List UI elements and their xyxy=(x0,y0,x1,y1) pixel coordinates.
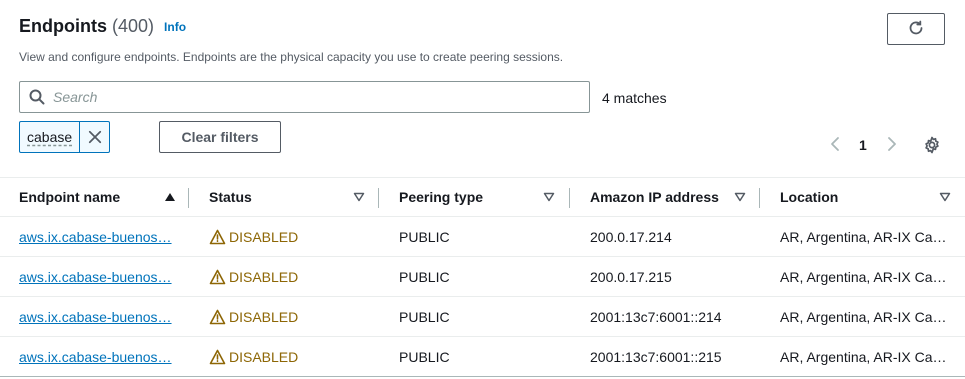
endpoints-table: Endpoint name Status Peering type Amazon… xyxy=(0,177,965,377)
search-icon xyxy=(29,89,45,105)
column-header-location[interactable]: Location xyxy=(780,178,838,216)
table-header: Endpoint name Status Peering type Amazon… xyxy=(0,177,965,217)
sort-icon[interactable] xyxy=(939,192,951,202)
sort-icon[interactable] xyxy=(734,192,746,202)
status-text: DISABLED xyxy=(229,348,299,365)
previous-page-button[interactable] xyxy=(829,135,841,153)
sort-ascending-icon[interactable] xyxy=(164,192,176,202)
location-cell: AR, Argentina, AR-IX Ca… xyxy=(780,268,947,285)
column-header-status[interactable]: Status xyxy=(209,178,252,216)
warning-icon xyxy=(209,269,226,284)
location-cell: AR, Argentina, AR-IX Ca… xyxy=(780,348,947,365)
column-divider[interactable] xyxy=(188,188,189,208)
warning-icon xyxy=(209,349,226,364)
column-header-endpoint-name[interactable]: Endpoint name xyxy=(19,178,120,216)
warning-icon xyxy=(209,229,226,244)
next-page-button[interactable] xyxy=(886,135,898,153)
ip-address-cell: 200.0.17.214 xyxy=(590,228,672,245)
status-cell: DISABLED xyxy=(209,337,298,376)
chevron-right-icon xyxy=(888,137,896,151)
ip-address-cell: 2001:13c7:6001::214 xyxy=(590,308,722,325)
warning-icon xyxy=(209,309,226,324)
sort-icon[interactable] xyxy=(543,192,555,202)
column-divider[interactable] xyxy=(378,188,379,208)
endpoint-name-link[interactable]: aws.ix.cabase-buenos… xyxy=(19,337,174,376)
table-row: aws.ix.cabase-buenos… DISABLED PUBLIC 20… xyxy=(0,257,965,297)
status-text: DISABLED xyxy=(229,228,299,245)
status-text: DISABLED xyxy=(229,268,299,285)
column-divider[interactable] xyxy=(569,188,570,208)
table-row: aws.ix.cabase-buenos… DISABLED PUBLIC 20… xyxy=(0,297,965,337)
peering-type-cell: PUBLIC xyxy=(399,308,450,325)
status-text: DISABLED xyxy=(229,308,299,325)
current-page-number[interactable]: 1 xyxy=(859,137,867,153)
status-cell: DISABLED xyxy=(209,217,298,256)
search-input[interactable] xyxy=(53,89,573,105)
peering-type-cell: PUBLIC xyxy=(399,268,450,285)
match-count: 4 matches xyxy=(602,90,667,106)
refresh-icon xyxy=(908,20,924,39)
peering-type-cell: PUBLIC xyxy=(399,228,450,245)
column-header-amazon-ip-address[interactable]: Amazon IP address xyxy=(590,178,719,216)
filter-token: cabase xyxy=(19,121,111,153)
close-icon xyxy=(88,130,101,144)
ip-address-cell: 200.0.17.215 xyxy=(590,268,672,285)
table-row: aws.ix.cabase-buenos… DISABLED PUBLIC 20… xyxy=(0,217,965,257)
column-header-peering-type[interactable]: Peering type xyxy=(399,178,483,216)
remove-filter-button[interactable] xyxy=(79,122,109,152)
sort-icon[interactable] xyxy=(353,192,365,202)
page-header: Endpoints (400) Info xyxy=(19,16,186,37)
ip-address-cell: 2001:13c7:6001::215 xyxy=(590,348,722,365)
info-link[interactable]: Info xyxy=(164,20,186,34)
refresh-button[interactable] xyxy=(887,13,945,45)
location-cell: AR, Argentina, AR-IX Ca… xyxy=(780,308,947,325)
page-description: View and configure endpoints. Endpoints … xyxy=(19,50,564,64)
endpoint-name-link[interactable]: aws.ix.cabase-buenos… xyxy=(19,297,174,336)
endpoint-count: (400) xyxy=(112,16,155,36)
table-settings-button[interactable] xyxy=(923,136,941,154)
chevron-left-icon xyxy=(831,137,839,151)
filter-token-label: cabase xyxy=(27,129,73,145)
page-title: Endpoints xyxy=(19,16,107,36)
endpoint-name-link[interactable]: aws.ix.cabase-buenos… xyxy=(19,217,174,256)
status-cell: DISABLED xyxy=(209,257,298,296)
clear-filters-button[interactable]: Clear filters xyxy=(159,121,281,153)
table-row: aws.ix.cabase-buenos… DISABLED PUBLIC 20… xyxy=(0,337,965,377)
endpoint-name-link[interactable]: aws.ix.cabase-buenos… xyxy=(19,257,174,296)
column-divider[interactable] xyxy=(759,188,760,208)
gear-icon xyxy=(925,136,939,154)
status-cell: DISABLED xyxy=(209,297,298,336)
location-cell: AR, Argentina, AR-IX Ca… xyxy=(780,228,947,245)
search-box[interactable] xyxy=(19,81,590,113)
peering-type-cell: PUBLIC xyxy=(399,348,450,365)
